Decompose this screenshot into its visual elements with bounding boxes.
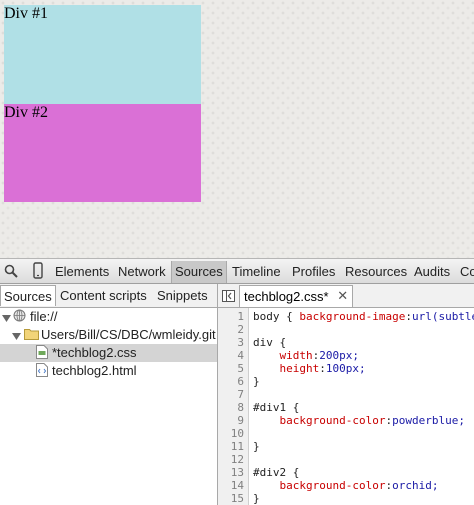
editor-file-tab[interactable]: techblog2.css* ✕	[239, 285, 354, 307]
code-line: #div1 {	[253, 401, 300, 414]
devtools-toolbar: Elements Network Sources Timeline Profil…	[0, 258, 474, 284]
line-number-gutter: 1 2 3 4 5 6 7 8 9 10 11 12 13 14 15	[218, 308, 249, 505]
tree-item-html-file[interactable]: techblog2.html	[0, 362, 217, 380]
subtab-sources[interactable]: Sources	[0, 285, 56, 306]
div-1-label: Div #1	[4, 5, 48, 22]
tree-item-label: *techblog2.css	[52, 345, 137, 360]
code-line: width:200px;	[279, 349, 360, 362]
line-number: 14	[230, 479, 244, 492]
line-number: 5	[237, 362, 244, 375]
code-line: background-color:powderblue;	[279, 414, 465, 427]
code-line: body { background-image:url(subtle	[253, 310, 474, 323]
tree-item-css-file[interactable]: *techblog2.css	[0, 344, 217, 362]
tree-item-label: Users/Bill/CS/DBC/wmleidy.git	[41, 327, 216, 342]
tab-timeline[interactable]: Timeline	[232, 264, 281, 279]
div-1: Div #1	[4, 5, 201, 104]
html-file-icon	[36, 363, 48, 380]
tab-resources[interactable]: Resources	[345, 264, 407, 279]
tree-item-folder[interactable]: Users/Bill/CS/DBC/wmleidy.git	[0, 326, 217, 344]
code-line: #div2 {	[253, 466, 300, 479]
folder-icon	[24, 328, 39, 343]
line-number: 9	[237, 414, 244, 427]
css-file-icon	[36, 345, 48, 362]
line-number: 10	[230, 427, 244, 440]
triangle-down-icon[interactable]	[2, 311, 11, 326]
div-2: Div #2	[4, 104, 201, 202]
navigator-pane: Sources Content scripts Snippets file://…	[0, 284, 218, 505]
toggle-navigator-icon[interactable]	[222, 289, 235, 307]
triangle-down-icon[interactable]	[12, 329, 21, 344]
div-2-label: Div #2	[4, 104, 48, 121]
code-line: }	[253, 375, 260, 388]
line-number: 11	[230, 440, 244, 453]
tab-console-truncated[interactable]: Co	[460, 264, 474, 279]
code-line: }	[253, 492, 260, 505]
tree-item-label: techblog2.html	[52, 363, 137, 378]
page-viewport: Div #1 Div #2	[0, 0, 474, 258]
line-number: 12	[230, 453, 244, 466]
line-number: 15	[230, 492, 244, 505]
tree-item-label: file://	[30, 309, 58, 324]
tab-network[interactable]: Network	[118, 264, 166, 279]
subtab-content-scripts[interactable]: Content scripts	[60, 288, 147, 303]
navigator-tabs: Sources Content scripts Snippets	[0, 284, 217, 308]
code-line: height:100px;	[279, 362, 366, 375]
editor-tabs: techblog2.css* ✕	[218, 284, 474, 308]
tree-item-file-root[interactable]: file://	[0, 308, 217, 326]
file-tab-label: techblog2.css*	[244, 289, 329, 304]
code-line: }	[253, 440, 260, 453]
tab-sources[interactable]: Sources	[171, 261, 227, 283]
close-icon[interactable]: ✕	[337, 288, 348, 303]
code-editor: techblog2.css* ✕ 1 2 3 4 5 6 7 8 9 10 11 12 13 14 15 b…	[218, 284, 474, 505]
line-number: 6	[237, 375, 244, 388]
tab-profiles[interactable]: Profiles	[292, 264, 335, 279]
devtools-panel: Elements Network Sources Timeline Profil…	[0, 258, 474, 505]
subtab-snippets[interactable]: Snippets	[157, 288, 208, 303]
line-number: 3	[237, 336, 244, 349]
tab-audits[interactable]: Audits	[414, 264, 450, 279]
globe-icon	[13, 309, 26, 325]
code-line: background-color:orchid;	[279, 479, 439, 492]
line-number: 7	[237, 388, 244, 401]
code-line: div {	[253, 336, 287, 349]
magnifier-icon[interactable]	[4, 264, 18, 283]
device-mobile-icon[interactable]	[33, 262, 43, 284]
tab-elements[interactable]: Elements	[55, 264, 109, 279]
line-number: 4	[237, 349, 244, 362]
line-number: 13	[230, 466, 244, 479]
line-number: 2	[237, 323, 244, 336]
line-number: 1	[237, 310, 244, 323]
line-number: 8	[237, 401, 244, 414]
